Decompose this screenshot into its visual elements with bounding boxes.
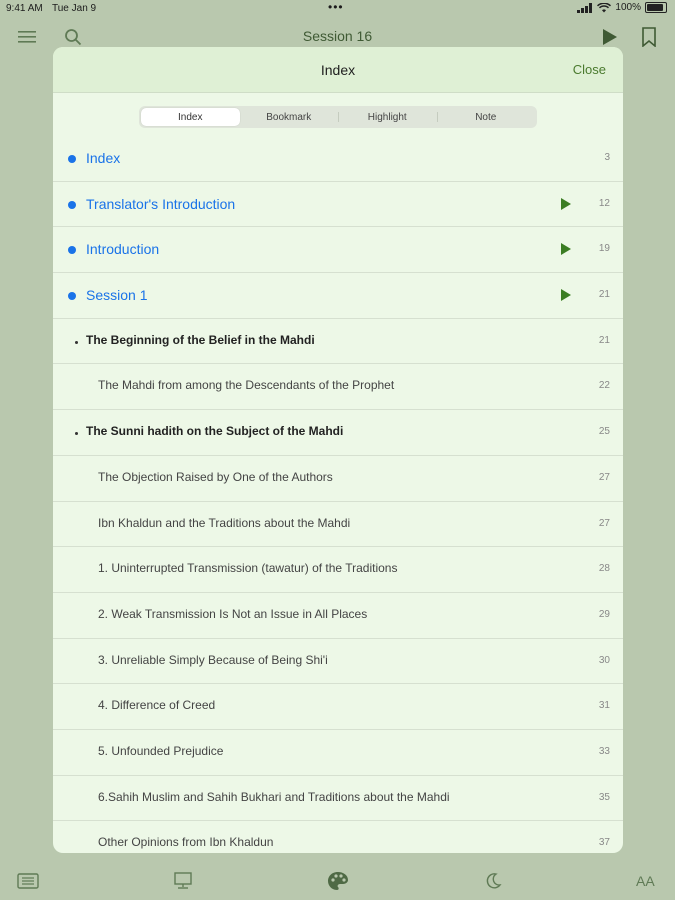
index-item-label: The Mahdi from among the Descendants of … <box>98 378 395 393</box>
index-sheet: Index Close Index Bookmark Highlight Not… <box>53 47 623 853</box>
battery-icon <box>645 2 667 13</box>
sub-bullet-icon <box>75 432 78 436</box>
status-date: Tue Jan 9 <box>52 3 97 14</box>
page-number: 27 <box>598 517 610 529</box>
index-row[interactable]: Introduction 19 <box>53 227 623 274</box>
page-number: 31 <box>598 700 610 712</box>
index-row[interactable]: Session 1 21 <box>53 273 623 319</box>
index-row[interactable]: The Objection Raised by One of the Autho… <box>53 456 623 502</box>
index-row[interactable]: The Sunni hadith on the Subject of the M… <box>53 410 623 456</box>
play-icon[interactable] <box>598 26 620 48</box>
status-right: 100% <box>577 2 667 13</box>
index-item-label: Ibn Khaldun and the Traditions about the… <box>98 515 351 530</box>
page-number: 30 <box>598 654 610 666</box>
page-number: 21 <box>598 289 610 301</box>
index-row[interactable]: 4. Difference of Creed 31 <box>53 684 623 730</box>
sheet-header: Index Close <box>53 47 623 93</box>
multitasking-dots-icon[interactable]: ••• <box>328 0 344 14</box>
page-number: 27 <box>598 471 610 483</box>
index-row[interactable]: Other Opinions from Ibn Khaldun 37 <box>53 821 623 853</box>
display-icon[interactable] <box>172 870 194 892</box>
page-number: 28 <box>598 563 610 575</box>
page-title: Session 16 <box>302 28 373 44</box>
index-row[interactable]: Index 3 <box>53 136 623 182</box>
play-audio-icon[interactable] <box>561 289 571 302</box>
status-time: 9:41 AM <box>6 3 43 14</box>
bottom-toolbar: AA <box>0 858 675 900</box>
page-number: 22 <box>598 380 610 392</box>
index-item-label: 6.Sahih Muslim and Sahih Bukhari and Tra… <box>98 789 450 804</box>
sheet-title: Index <box>320 62 356 78</box>
index-item-label: 3. Unreliable Simply Because of Being Sh… <box>98 652 328 667</box>
index-item-label: The Sunni hadith on the Subject of the M… <box>86 424 344 439</box>
font-size-icon[interactable]: AA <box>636 870 655 892</box>
index-item-label: Introduction <box>86 241 160 258</box>
index-item-label: Translator's Introduction <box>86 195 236 212</box>
index-row[interactable]: 2. Weak Transmission Is Not an Issue in … <box>53 593 623 639</box>
tab-segmented-control: Index Bookmark Highlight Note <box>139 106 537 128</box>
tab-note[interactable]: Note <box>436 108 536 126</box>
sub-bullet-icon <box>75 340 78 344</box>
page-number: 3 <box>604 152 610 163</box>
index-row[interactable]: 5. Unfounded Prejudice 33 <box>53 730 623 776</box>
page-number: 12 <box>598 197 610 209</box>
signal-icon <box>577 2 593 13</box>
tab-highlight[interactable]: Highlight <box>338 108 437 126</box>
index-item-label: 5. Unfounded Prejudice <box>98 743 224 758</box>
play-audio-icon[interactable] <box>561 243 571 256</box>
moon-icon[interactable] <box>482 870 504 892</box>
index-item-label: Index <box>86 150 121 166</box>
page-number: 33 <box>598 745 610 757</box>
contents-icon[interactable] <box>17 870 39 892</box>
bullet-icon <box>68 246 76 255</box>
close-button[interactable]: Close <box>573 62 606 77</box>
index-item-label: 4. Difference of Creed <box>98 698 216 713</box>
index-item-label: The Beginning of the Belief in the Mahdi <box>86 332 315 347</box>
tab-index[interactable]: Index <box>141 108 240 126</box>
page-number: 37 <box>598 837 610 849</box>
index-row[interactable]: 3. Unreliable Simply Because of Being Sh… <box>53 639 623 685</box>
status-bar: 9:41 AM Tue Jan 9 ••• 100% <box>0 0 675 18</box>
index-list: Index 3 Translator's Introduction 12 Introdu… <box>53 136 623 853</box>
index-row[interactable]: The Mahdi from among the Descendants of … <box>53 364 623 411</box>
page-number: 29 <box>598 608 610 620</box>
bullet-icon <box>68 200 76 209</box>
play-audio-icon[interactable] <box>561 197 571 210</box>
index-row[interactable]: 1. Uninterrupted Transmission (tawatur) … <box>53 547 623 593</box>
palette-icon[interactable] <box>327 870 349 892</box>
battery-percent: 100% <box>615 2 641 13</box>
index-item-label: Other Opinions from Ibn Khaldun <box>98 835 274 850</box>
index-row[interactable]: Ibn Khaldun and the Traditions about the… <box>53 502 623 548</box>
index-item-label: The Objection Raised by One of the Autho… <box>98 469 333 484</box>
bullet-icon <box>68 292 76 301</box>
bullet-icon <box>68 155 76 163</box>
page-number: 21 <box>598 334 610 346</box>
bookmark-icon[interactable] <box>638 26 660 48</box>
index-item-label: 2. Weak Transmission Is Not an Issue in … <box>98 606 368 621</box>
index-item-label: 1. Uninterrupted Transmission (tawatur) … <box>98 561 398 576</box>
index-row[interactable]: The Beginning of the Belief in the Mahdi… <box>53 319 623 365</box>
wifi-icon <box>597 2 612 12</box>
index-row[interactable]: 6.Sahih Muslim and Sahih Bukhari and Tra… <box>53 776 623 822</box>
tab-bookmark[interactable]: Bookmark <box>240 108 339 126</box>
index-item-label: Session 1 <box>86 287 148 304</box>
page-number: 35 <box>598 791 610 803</box>
page-number: 19 <box>598 243 610 255</box>
page-number: 25 <box>598 426 610 438</box>
index-row[interactable]: Translator's Introduction 12 <box>53 182 623 228</box>
